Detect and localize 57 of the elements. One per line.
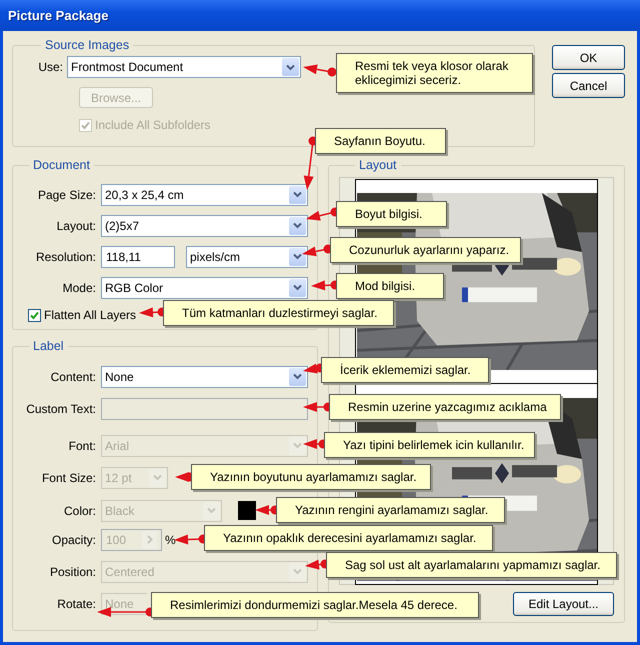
field-label: Font:	[68, 438, 96, 452]
callout-tooltip: Sayfanın Boyutu.	[315, 128, 446, 154]
field-label: Content:	[50, 370, 96, 384]
chevron-icon	[289, 368, 306, 386]
edit-layout-button[interactable]: Edit Layout...	[513, 592, 614, 616]
chevron-icon	[289, 248, 306, 266]
field-label: Use:	[37, 60, 63, 74]
field-label: Rotate:	[56, 596, 96, 610]
chevron-icon	[203, 502, 220, 520]
callout-tooltip: Yazının boyutunu ayarlamamızı saglar.	[191, 464, 431, 490]
field-label: Color:	[62, 504, 96, 518]
callout-tooltip: Sag sol ust alt ayarlamalarını yapmamızı saglar.	[326, 552, 617, 578]
chevron-icon	[289, 186, 306, 204]
callout-tooltip: Resmin uzerine yazcagımız acıklama	[329, 394, 561, 420]
field-label: Page Size:	[36, 188, 96, 202]
chevron-icon	[289, 562, 306, 580]
callout-tooltip: Mod bilgisi.	[336, 273, 444, 299]
field-label: Custom Text:	[25, 402, 96, 416]
chevron-icon	[149, 468, 166, 486]
dropdown[interactable]: RGB Color	[101, 276, 308, 298]
callout-tooltip: Resmi tek veya klosor olarak eklicegimizi seceriz.	[336, 53, 533, 93]
callout-tooltip: Resimlerimizi dondurmemizi saglar.Mesela 45 derece.	[151, 592, 479, 618]
callout-tooltip: Cozunurluk ayarlarını yaparız.	[330, 237, 521, 263]
section-legend: Layout	[355, 158, 401, 172]
field-label: Font Size:	[40, 470, 96, 484]
checkbox-label: Include All Subfolders	[95, 118, 210, 132]
dropdown[interactable]: (2)5x7	[101, 214, 308, 236]
callout-tooltip: İcerik eklememizi saglar.	[321, 357, 489, 383]
dialog-button[interactable]: OK	[552, 45, 625, 70]
field-label: Mode:	[62, 280, 96, 294]
field-label: Opacity:	[50, 532, 96, 546]
dropdown[interactable]: pixels/cm	[186, 246, 308, 268]
chevron-icon	[282, 58, 299, 76]
chevron-icon	[289, 216, 306, 234]
callout-tooltip: Boyut bilgisi.	[336, 201, 447, 227]
field-label: Position:	[48, 564, 96, 578]
callout-tooltip: Tüm katmanları duzlestirmeyi saglar.	[163, 300, 394, 326]
window-title: Picture Package	[8, 8, 108, 23]
unit-label: %	[165, 532, 176, 546]
text-field[interactable]: 118,11	[101, 246, 175, 268]
chevron-icon	[289, 278, 306, 296]
field-label: Layout:	[56, 218, 96, 232]
dropdown[interactable]: Frontmost Document	[67, 56, 301, 78]
callout-tooltip: Yazının opaklık derecesini ayarlamamızı saglar.	[204, 525, 493, 551]
section-legend: Source Images	[41, 38, 134, 52]
dialog-button[interactable]: Cancel	[552, 73, 625, 98]
callout-tooltip: Yazının rengini ayarlamamızı saglar.	[276, 497, 505, 523]
checkbox[interactable]	[28, 308, 41, 322]
chevron-icon	[142, 530, 157, 548]
section-legend: Label	[29, 339, 68, 353]
dropdown[interactable]: None	[101, 366, 308, 388]
callout-tooltip: Yazı tipini belirlemek icin kullanılır.	[324, 432, 535, 458]
checkbox-label: Flatten All Layers	[44, 308, 136, 322]
field-label: Resolution:	[34, 250, 96, 264]
section-legend: Document	[29, 158, 94, 172]
chevron-icon	[289, 436, 306, 454]
dropdown[interactable]: 20,3 x 25,4 cm	[101, 184, 308, 206]
